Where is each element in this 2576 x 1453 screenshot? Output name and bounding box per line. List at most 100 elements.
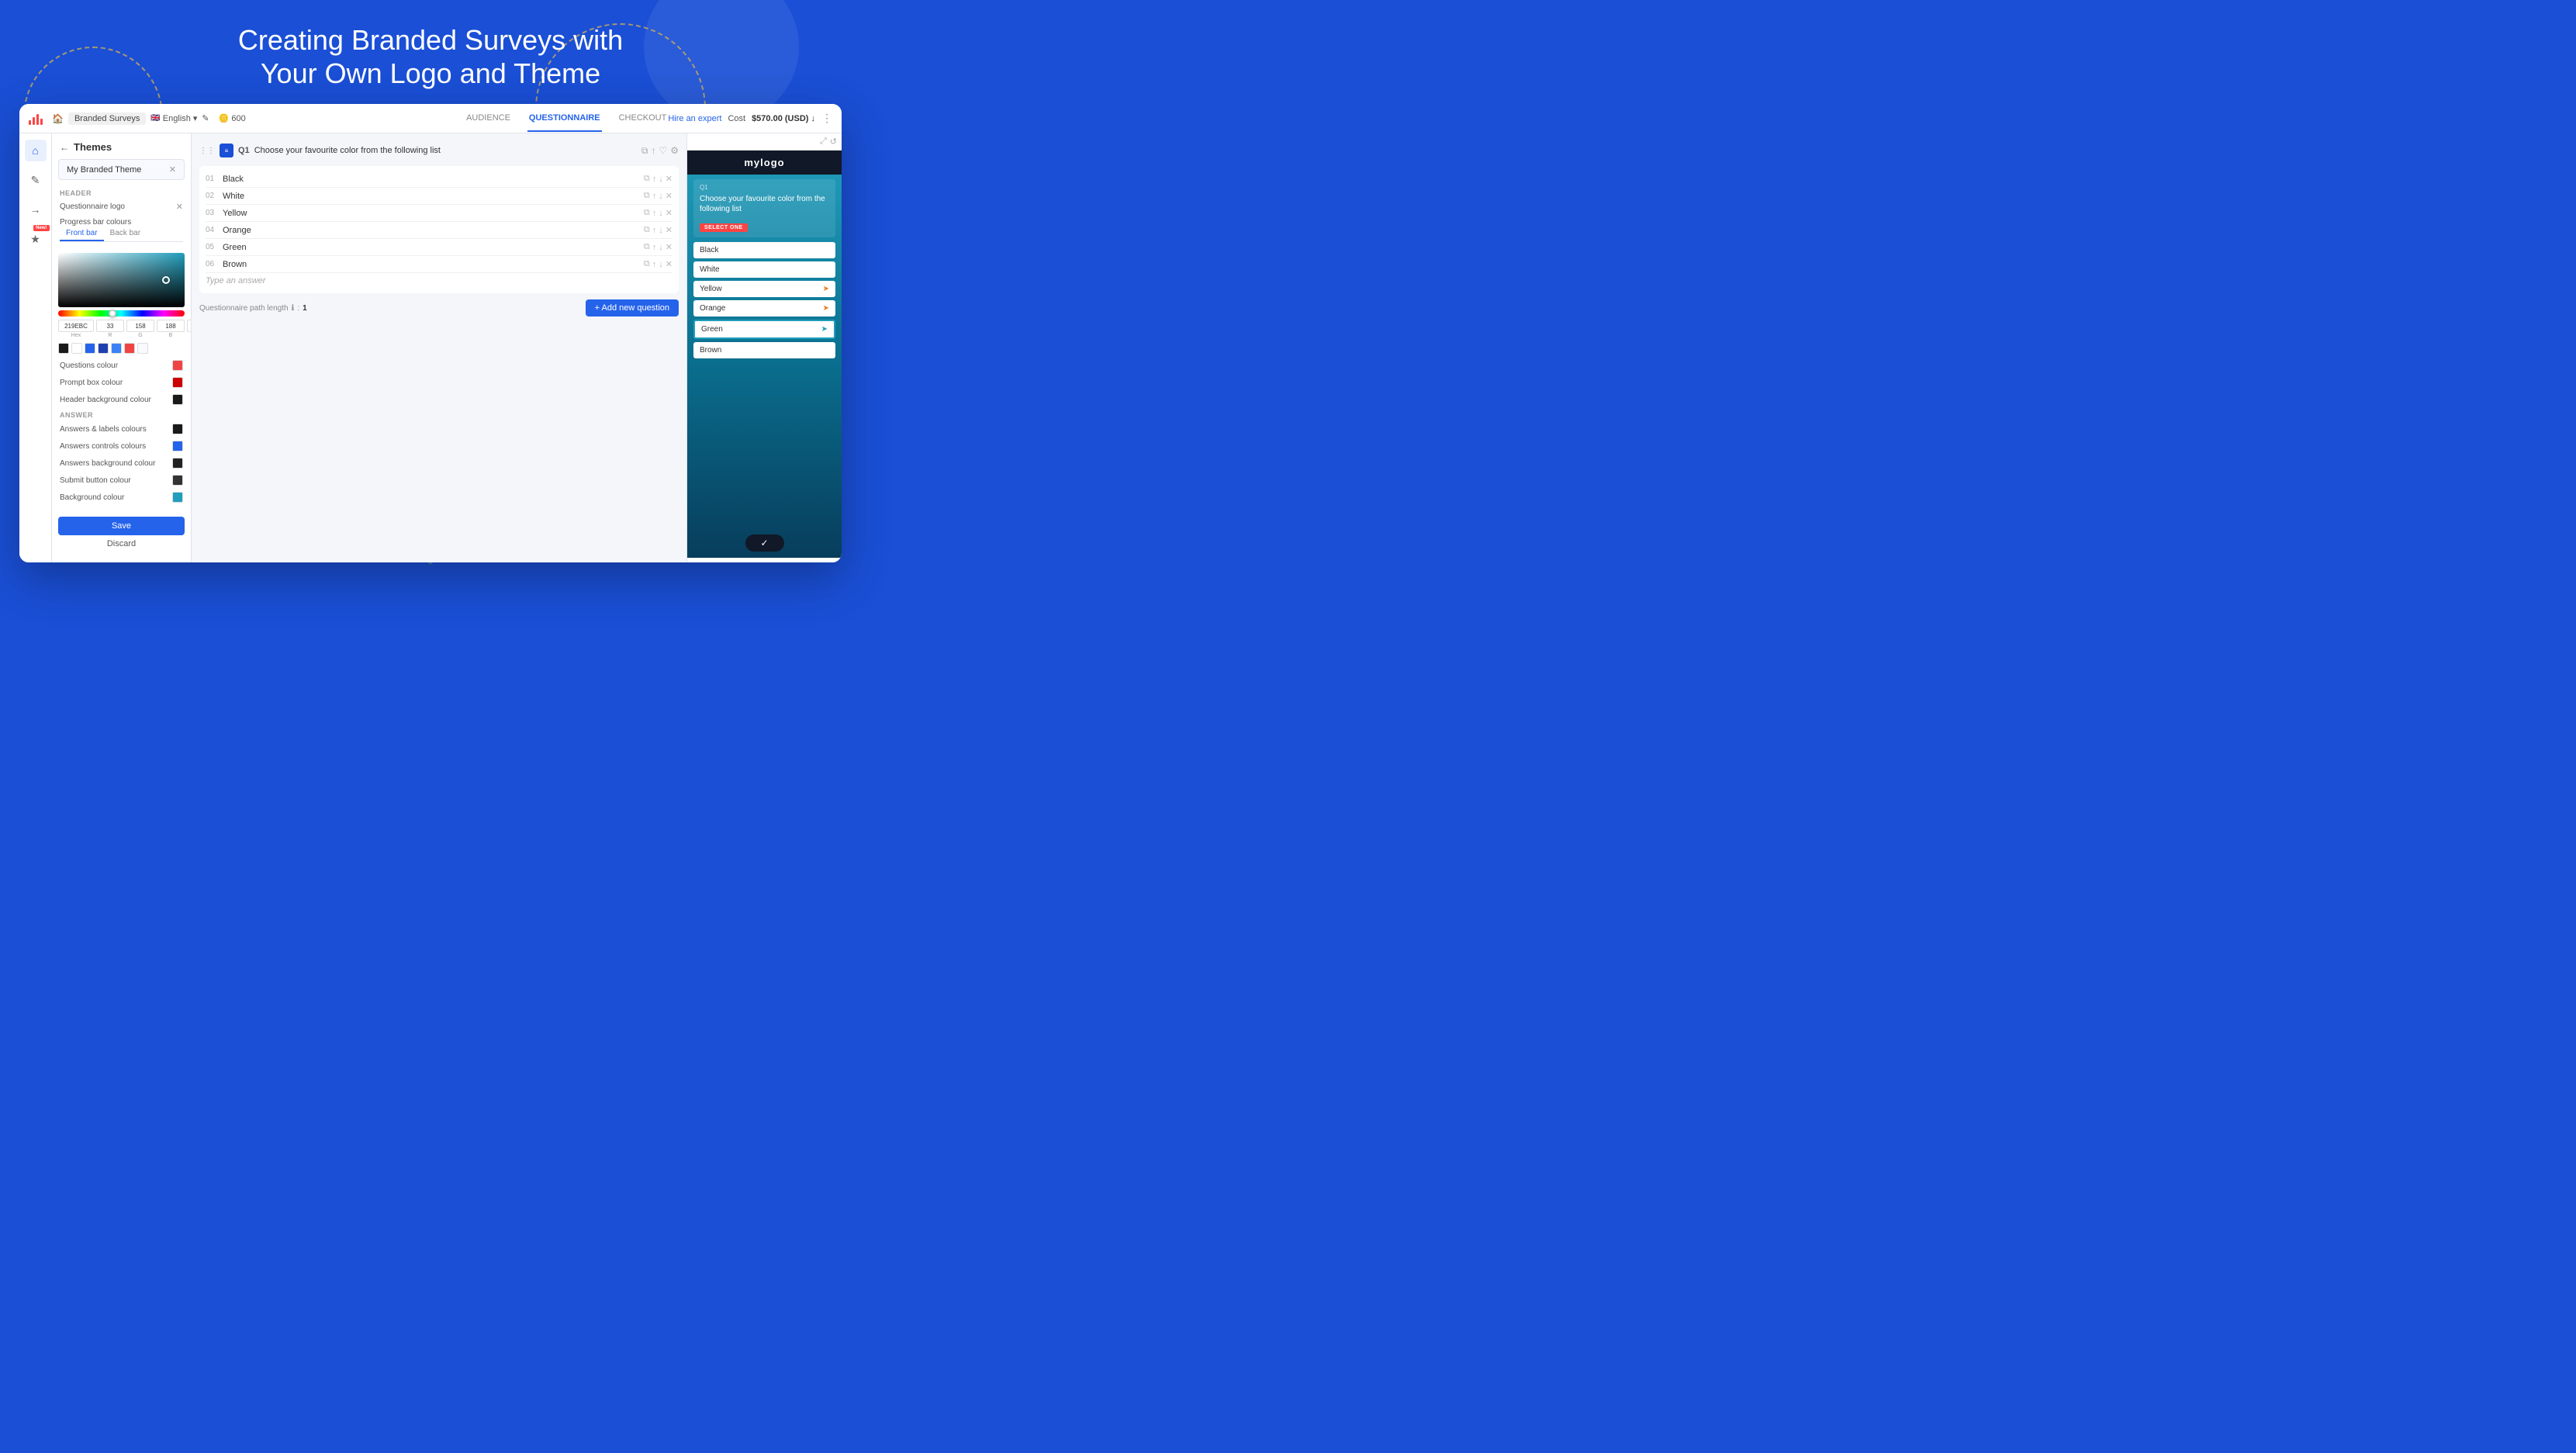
answer-list: 01 Black ⧉ ↑ ↓ ✕ 02 White ⧉ [199, 166, 679, 293]
questionnaire-logo-icon[interactable]: ✕ [176, 202, 183, 212]
answer-down-icon[interactable]: ↓ [659, 243, 663, 252]
b-input[interactable] [157, 320, 185, 332]
breadcrumb-survey-name[interactable]: Branded Surveys [68, 112, 146, 125]
answer-5-actions: ⧉ ↑ ↓ ✕ [644, 259, 673, 269]
preview-confirm-button[interactable]: ✓ [745, 534, 784, 552]
add-question-button[interactable]: + Add new question [586, 299, 679, 317]
color-gradient-cursor [162, 276, 170, 284]
discard-button[interactable]: Discard [58, 539, 185, 548]
answer-arrow-icon: ➤ [823, 304, 829, 313]
front-bar-tab[interactable]: Front bar [60, 227, 104, 241]
sidebar-arrow-icon[interactable]: → [25, 199, 47, 220]
hire-expert-button[interactable]: Hire an expert [668, 114, 721, 123]
color-values-row: Hex R G B [58, 320, 185, 338]
answer-down-icon[interactable]: ↓ [659, 260, 663, 269]
answer-copy-icon[interactable]: ⧉ [644, 242, 650, 252]
theme-close-icon[interactable]: ✕ [169, 164, 176, 175]
language-selector[interactable]: 🇬🇧 English ▾ [150, 113, 197, 123]
answer-remove-icon[interactable]: ✕ [666, 174, 673, 184]
nav-audience[interactable]: AUDIENCE [465, 106, 512, 132]
prompt-box-colour-swatch[interactable] [172, 377, 183, 388]
r-input[interactable] [96, 320, 124, 332]
color-presets-row [58, 343, 185, 354]
answer-down-icon[interactable]: ↓ [659, 175, 663, 184]
nav-questionnaire[interactable]: QUESTIONNAIRE [527, 106, 602, 132]
list-item[interactable]: White [693, 261, 835, 278]
list-item[interactable]: Green ➤ [693, 320, 835, 339]
color-gradient-picker[interactable] [58, 253, 185, 307]
preset-red[interactable] [124, 343, 135, 354]
expand-icon[interactable]: ⋮⋮ [199, 147, 215, 155]
hex-input-group: Hex [58, 320, 94, 338]
preset-near-white[interactable] [137, 343, 148, 354]
answer-up-icon[interactable]: ↑ [652, 243, 657, 252]
answers-controls-colours-swatch[interactable] [172, 441, 183, 451]
preview-expand-icon[interactable]: ⤢ [820, 137, 827, 147]
answer-copy-icon[interactable]: ⧉ [644, 174, 650, 184]
answer-up-icon[interactable]: ↑ [652, 175, 657, 184]
top-bar: 🏠 Branded Surveys 🇬🇧 English ▾ ✎ 🪙 600 A… [19, 104, 842, 133]
sidebar-edit-icon[interactable]: ✎ [25, 169, 47, 191]
color-picker: Hex R G B [58, 253, 185, 338]
save-button[interactable]: Save [58, 517, 185, 535]
theme-panel-title: Themes [74, 141, 112, 153]
answer-copy-icon[interactable]: ⧉ [644, 191, 650, 201]
background-colour-swatch[interactable] [172, 492, 183, 503]
answer-down-icon[interactable]: ↓ [659, 192, 663, 201]
answer-up-icon[interactable]: ↑ [652, 192, 657, 201]
theme-name-label: My Branded Theme [67, 165, 141, 175]
move-icon[interactable]: ↑ [651, 145, 655, 156]
preset-dark-blue[interactable] [98, 343, 109, 354]
submit-button-colour-row: Submit button colour [52, 472, 191, 489]
answer-up-icon[interactable]: ↑ [652, 260, 657, 269]
g-label: G [138, 333, 142, 338]
header-background-colour-swatch[interactable] [172, 394, 183, 405]
add-answer-row[interactable]: Type an answer [206, 273, 673, 289]
answer-copy-icon[interactable]: ⧉ [644, 225, 650, 235]
preset-white[interactable] [71, 343, 82, 354]
preview-question-box: Q1 Choose your favourite color from the … [693, 179, 835, 237]
answer-remove-icon[interactable]: ✕ [666, 191, 673, 201]
answer-up-icon[interactable]: ↑ [652, 226, 657, 235]
questions-colour-swatch[interactable] [172, 360, 183, 371]
home-icon[interactable]: 🏠 [52, 113, 64, 124]
list-item[interactable]: Black [693, 242, 835, 258]
answer-down-icon[interactable]: ↓ [659, 226, 663, 235]
answer-up-icon[interactable]: ↑ [652, 209, 657, 218]
new-icon: ★ [30, 233, 40, 246]
sidebar-home-icon[interactable]: ⌂ [25, 140, 47, 161]
answer-remove-icon[interactable]: ✕ [666, 242, 673, 252]
answer-down-icon[interactable]: ↓ [659, 209, 663, 218]
preset-blue[interactable] [85, 343, 95, 354]
hex-input[interactable] [58, 320, 94, 332]
sidebar-new-feature-icon[interactable]: ★ New! [25, 228, 47, 250]
answer-remove-icon[interactable]: ✕ [666, 225, 673, 235]
submit-button-colour-swatch[interactable] [172, 475, 183, 486]
back-arrow-icon[interactable]: ← [60, 142, 69, 153]
questionnaire-logo-label: Questionnaire logo [60, 202, 176, 211]
question-actions: ⧉ ↑ ♡ ⚙ [641, 145, 679, 157]
answer-remove-icon[interactable]: ✕ [666, 208, 673, 218]
back-bar-tab[interactable]: Back bar [104, 227, 147, 241]
copy-icon[interactable]: ⧉ [641, 145, 648, 157]
nav-checkout[interactable]: CHECKOUT [617, 106, 669, 132]
more-options-icon[interactable]: ⋮ [821, 112, 832, 125]
list-item[interactable]: Yellow ➤ [693, 281, 835, 297]
preview-toolbar: ⤢ ↺ [687, 133, 842, 150]
survey-preview: mylogo Q1 Choose your favourite color fr… [687, 150, 842, 558]
answers-labels-colours-swatch[interactable] [172, 424, 183, 434]
hue-slider[interactable] [58, 310, 185, 317]
g-input[interactable] [126, 320, 154, 332]
answer-copy-icon[interactable]: ⧉ [644, 259, 650, 269]
preset-black[interactable] [58, 343, 69, 354]
answer-remove-icon[interactable]: ✕ [666, 259, 673, 269]
heart-icon[interactable]: ♡ [659, 145, 667, 156]
preset-light-blue[interactable] [111, 343, 122, 354]
list-item[interactable]: Orange ➤ [693, 300, 835, 317]
preview-refresh-icon[interactable]: ↺ [830, 137, 837, 147]
settings-icon[interactable]: ⚙ [670, 145, 679, 156]
list-item[interactable]: Brown [693, 342, 835, 358]
answers-background-colour-swatch[interactable] [172, 458, 183, 469]
edit-icon-group[interactable]: ✎ [202, 113, 209, 123]
answer-copy-icon[interactable]: ⧉ [644, 208, 650, 218]
